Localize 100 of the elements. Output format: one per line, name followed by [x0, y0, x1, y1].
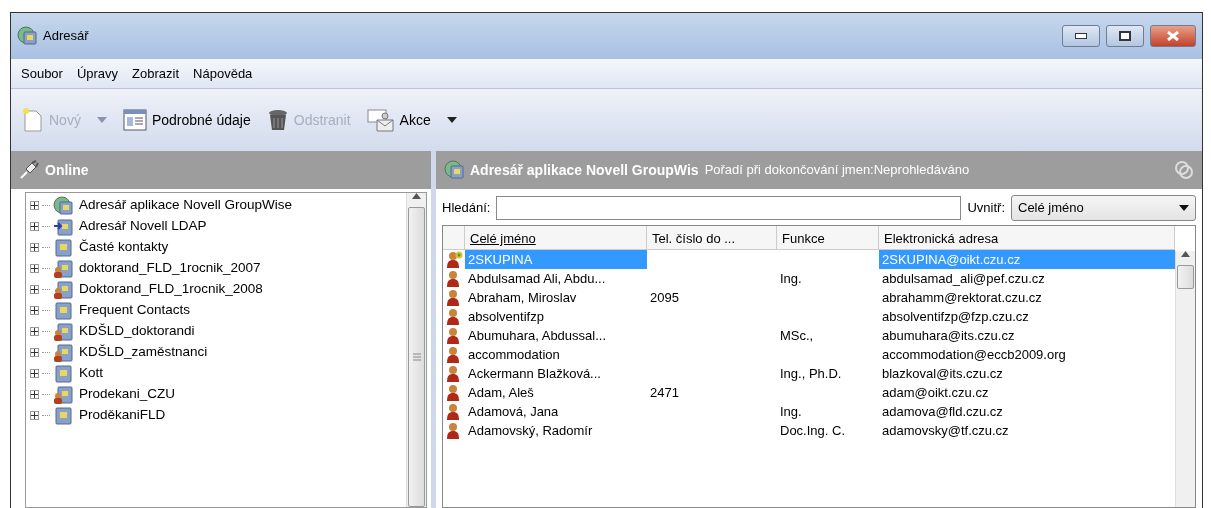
expand-toggle[interactable] [30, 348, 39, 357]
column-header[interactable]: Elektronická adresa [879, 226, 1175, 249]
column-header[interactable]: Celé jméno [465, 226, 647, 249]
status-text: Pořadí při dokončování jmen:Neprohledáváno [704, 161, 970, 180]
plus-icon [31, 244, 38, 251]
table-cell-text: absolventifzp [467, 307, 545, 326]
tree-item[interactable]: KDŠLD_doktorandi [76, 321, 198, 342]
plus-icon [31, 391, 38, 398]
search-field[interactable] [496, 196, 962, 220]
table-cell-text: Doc.Ing. C. [779, 421, 847, 440]
caret-icon [446, 117, 457, 123]
menu-item[interactable]: Soubor [21, 63, 63, 84]
globe-book-icon [444, 160, 464, 180]
table-cell-text: accommodation@eccb2009.org [881, 345, 1067, 364]
address-book-icon [53, 405, 73, 426]
table-cell-text: Adamovský, Radomír [467, 421, 594, 440]
trash-can-icon [266, 108, 289, 132]
menu-item[interactable]: Zobrazit [132, 63, 180, 84]
scrollbar[interactable] [406, 193, 426, 507]
person-icon [446, 327, 460, 344]
toolbar-button[interactable]: Podrobné údaje [119, 107, 254, 133]
plus-icon [31, 370, 38, 377]
tree-item[interactable]: Frequent Contacts [76, 300, 194, 321]
expand-toggle[interactable] [30, 369, 39, 378]
close-button[interactable] [1150, 25, 1196, 47]
person-icon [446, 365, 460, 382]
expand-toggle[interactable] [30, 390, 39, 399]
table-cell-text: 2095 [649, 288, 680, 307]
plus-icon [31, 349, 38, 356]
column-header[interactable]: Funkce [777, 226, 879, 249]
shared-book-icon [53, 321, 73, 342]
person-icon [446, 308, 460, 325]
person-icon [446, 403, 460, 420]
menu-item[interactable]: Nápověda [193, 63, 253, 84]
menu-item[interactable]: Úpravy [76, 63, 119, 84]
new-document-icon [22, 107, 44, 133]
tree-item[interactable]: KDŠLD_zaměstnanci [76, 342, 211, 363]
pane-title: Online [45, 160, 89, 180]
plus-icon [31, 202, 38, 209]
grip-icon [412, 353, 421, 361]
shared-book-icon [53, 342, 73, 363]
envelope-person-icon [366, 108, 395, 132]
tree-item[interactable]: ProděkaniFLD [76, 405, 169, 426]
address-book-icon [53, 237, 73, 258]
sync-icon [1174, 160, 1194, 180]
person-icon [446, 289, 460, 306]
expand-toggle[interactable] [30, 243, 39, 252]
expand-toggle[interactable] [30, 327, 39, 336]
tree-item[interactable]: Prodekani_CZU [76, 384, 179, 405]
plug-icon [19, 160, 39, 180]
window-title: Adresář [43, 27, 89, 46]
table-cell-text: 2471 [649, 383, 680, 402]
table-cell-text: Ing. [779, 269, 803, 288]
scrollbar-thumb[interactable] [408, 207, 425, 507]
expand-toggle[interactable] [30, 285, 39, 294]
table-cell: 2SKUPINA [465, 249, 647, 270]
minimize-icon [1075, 33, 1087, 39]
tree-item[interactable]: doktorand_FLD_1rocnik_2007 [76, 258, 264, 279]
search-label: Hledání: [442, 199, 491, 218]
maximize-icon [1119, 31, 1131, 41]
table-cell-text: adamova@fld.czu.cz [881, 402, 1004, 421]
shared-book-icon [53, 384, 73, 405]
scroll-up-icon [412, 193, 421, 199]
expand-toggle[interactable] [30, 264, 39, 273]
tree-item[interactable]: Adresář Novell LDAP [76, 216, 210, 237]
maximize-button[interactable] [1106, 25, 1144, 47]
expand-toggle[interactable] [30, 306, 39, 315]
table-cell-text: accommodation [467, 345, 561, 364]
table-cell-text: Abraham, Miroslav [467, 288, 578, 307]
tree-item[interactable]: Doktorand_FLD_1rocnik_2008 [76, 279, 266, 300]
shared-book-icon [53, 279, 73, 300]
table-cell-text: Adamová, Jana [467, 402, 560, 421]
directory-icon [53, 216, 73, 237]
search-scope-dropdown[interactable]: Celé jméno [1011, 195, 1196, 221]
expand-toggle[interactable] [30, 201, 39, 210]
pane-title: Adresář aplikace Novell GroupWis [470, 160, 699, 180]
table-cell-text: Ing. [779, 402, 803, 421]
column-header[interactable]: Tel. číslo do ... [647, 226, 777, 249]
table-cell-text: Abdulsamad Ali, Abdu... [467, 269, 607, 288]
details-window-icon [122, 109, 147, 131]
minimize-button[interactable] [1062, 25, 1100, 47]
field-label: Uvnitř: [967, 199, 1005, 218]
scrollbar-thumb[interactable] [1177, 265, 1194, 289]
tree-item[interactable]: Časté kontakty [76, 237, 172, 258]
scrollbar[interactable] [1175, 251, 1195, 507]
plus-icon [31, 412, 38, 419]
table-cell-text: Abumuhara, Abdussal... [467, 326, 608, 345]
globe-book-icon [17, 26, 37, 46]
table-cell-text: blazkoval@its.czu.cz [881, 364, 1004, 383]
expand-toggle[interactable] [30, 411, 39, 420]
group-icon [446, 251, 464, 268]
tree-item[interactable]: Kott [76, 363, 106, 384]
toolbar-button[interactable]: Akce [363, 106, 434, 134]
table-cell-text: abdulsamad_ali@pef.czu.cz [881, 269, 1046, 288]
shared-book-icon [53, 258, 73, 279]
table-cell-text: absolventifzp@fzp.czu.cz [881, 307, 1030, 326]
caret-icon [96, 117, 107, 123]
expand-toggle[interactable] [30, 222, 39, 231]
tree-item[interactable]: Adresář aplikace Novell GroupWise [76, 195, 296, 216]
caret-icon [1179, 205, 1189, 211]
